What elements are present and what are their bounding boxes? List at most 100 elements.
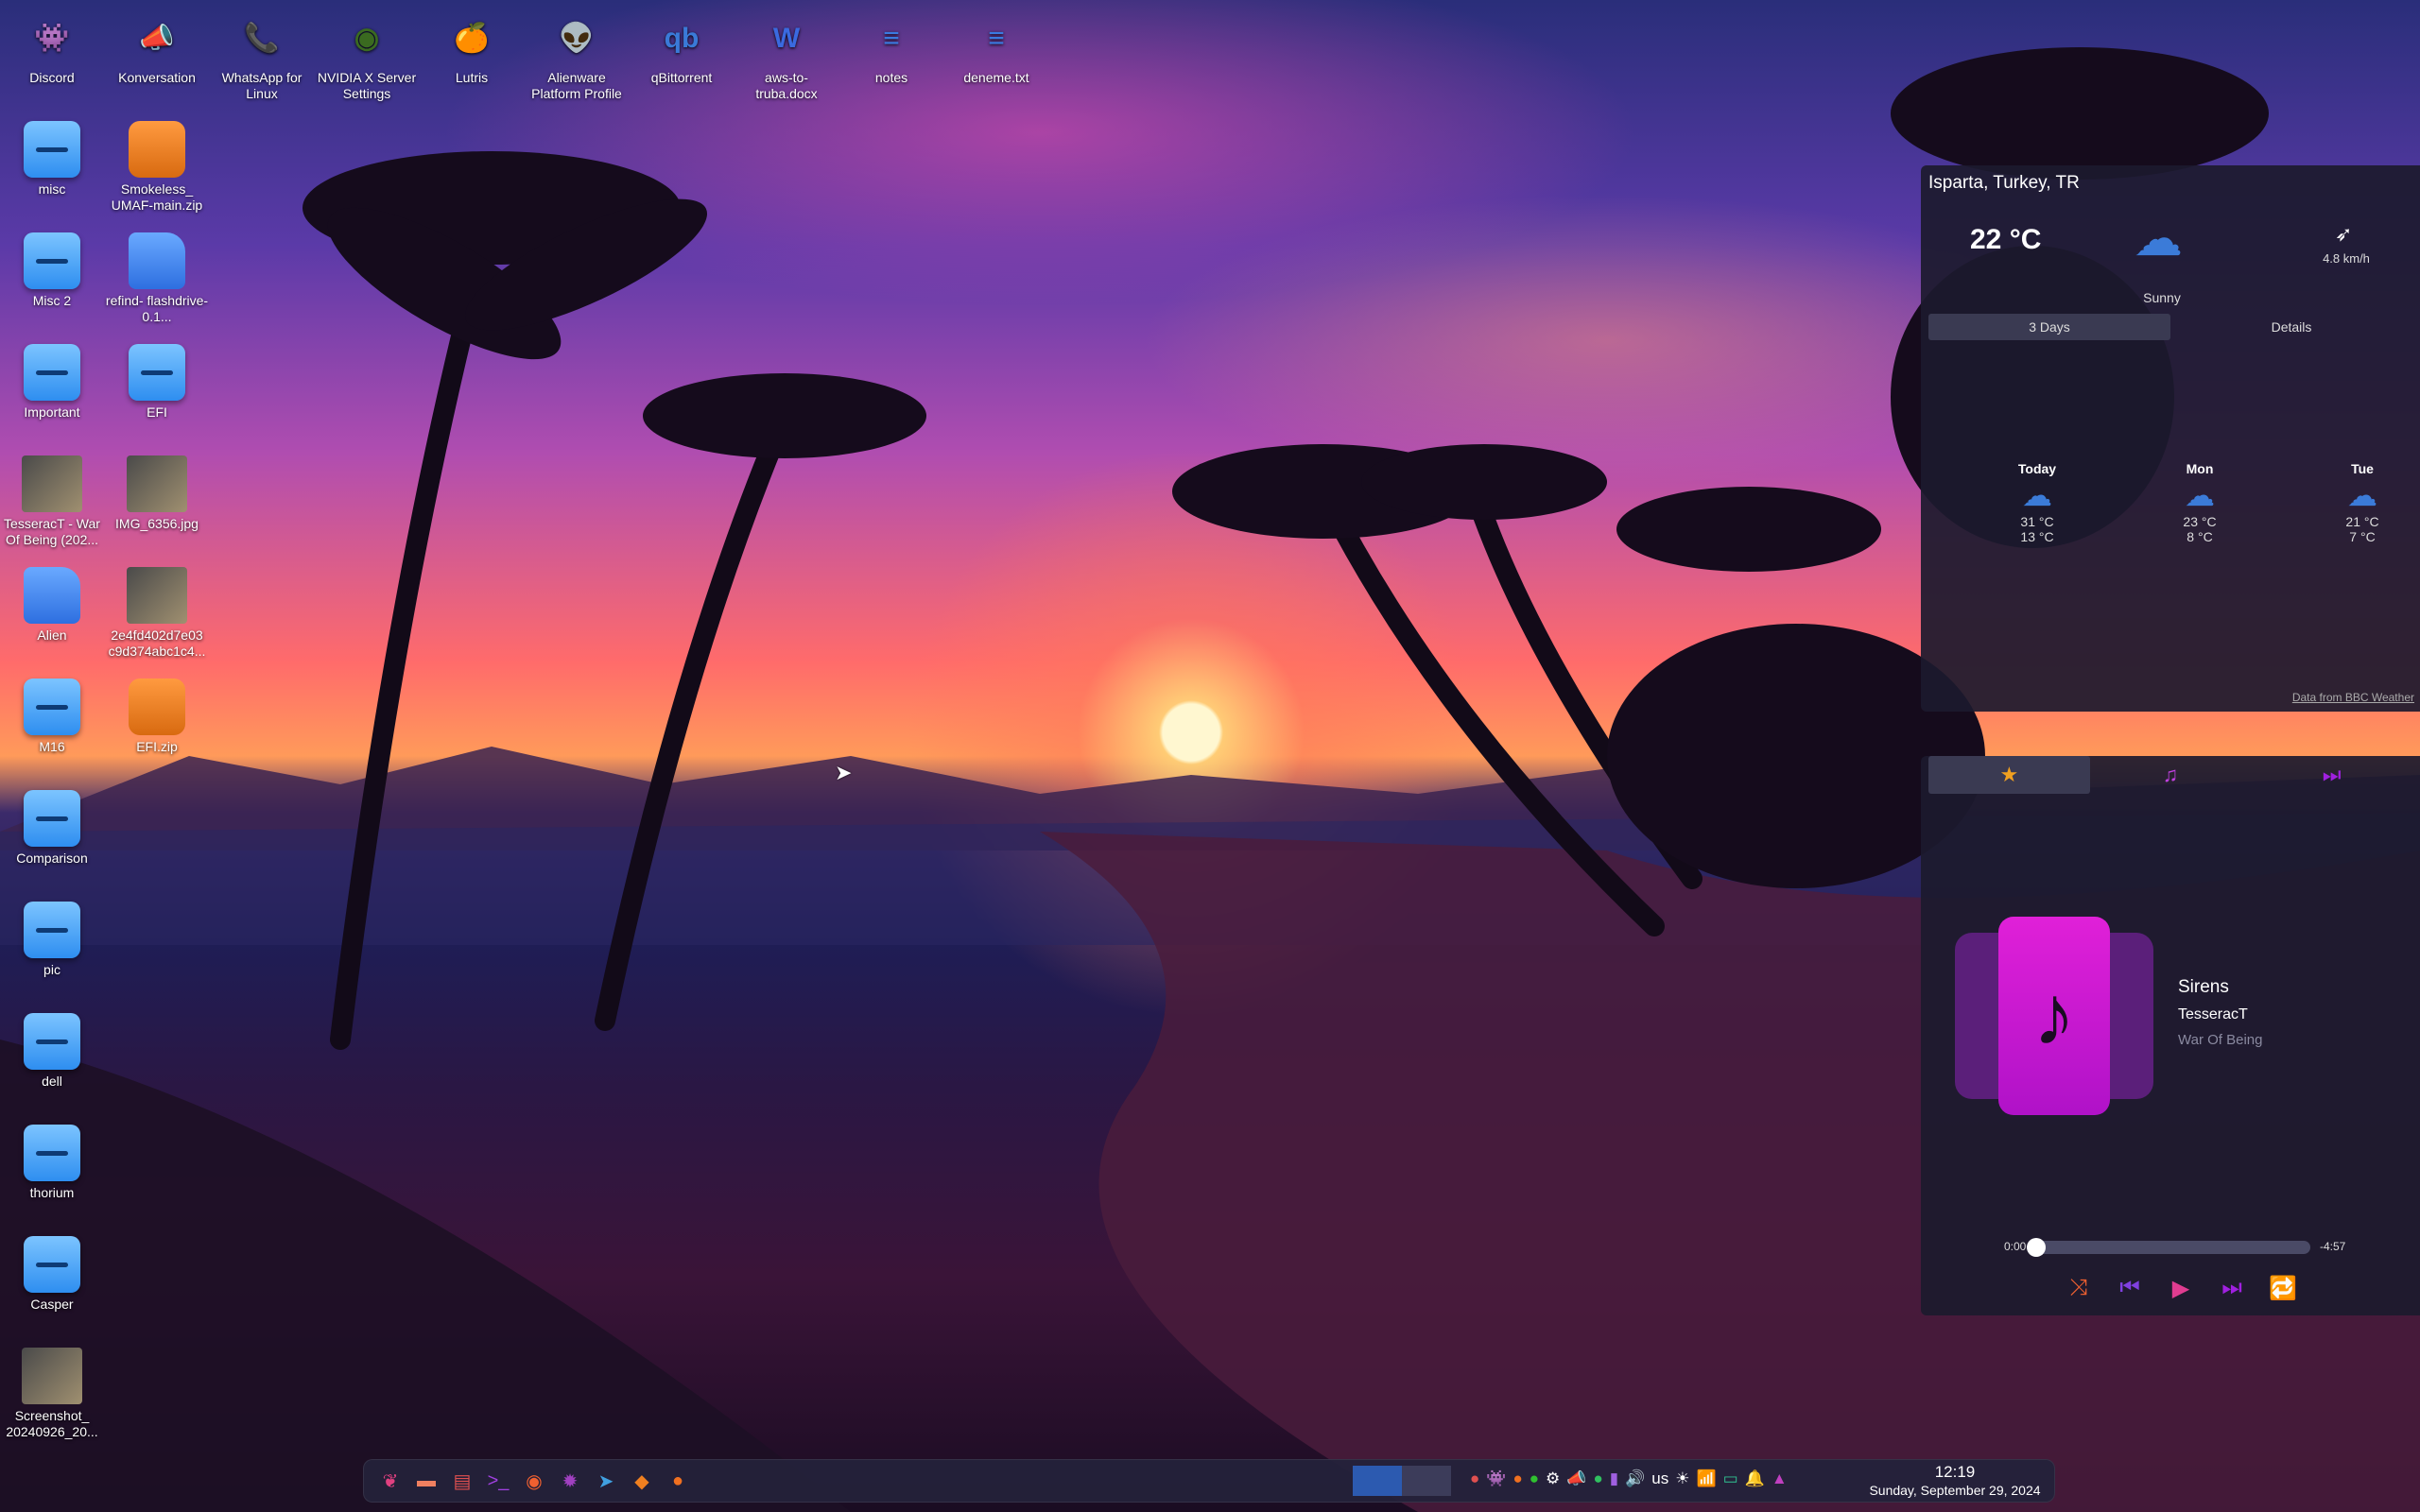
desktop-icon-label: notes bbox=[874, 70, 908, 85]
desktop-icon[interactable]: misc bbox=[0, 121, 104, 198]
file-manager-icon[interactable]: ▬ bbox=[411, 1466, 441, 1496]
forecast-high: 31 °C bbox=[2020, 514, 2054, 529]
desktop-icon[interactable]: pic bbox=[0, 902, 104, 978]
play-icon[interactable]: ▶ bbox=[2165, 1275, 2197, 1302]
desktop-icon[interactable]: M16 bbox=[0, 679, 104, 755]
firefox-icon[interactable]: ◉ bbox=[519, 1466, 549, 1496]
system-tray: ● 👾 ● ● ⚙ 📣 ● ▮ 🔊 us ☀ 📶 ▭ 🔔 ▲ bbox=[1470, 1469, 1788, 1488]
folder-icon bbox=[24, 679, 80, 735]
tab-music[interactable]: ♫ bbox=[2090, 756, 2252, 794]
desktop-icon[interactable]: 📣 Konversation bbox=[105, 9, 209, 86]
desktop-1[interactable] bbox=[1353, 1466, 1402, 1496]
desktop-icon[interactable]: Comparison bbox=[0, 790, 104, 867]
notifications-icon[interactable]: 🔔 bbox=[1745, 1469, 1765, 1488]
battery-icon[interactable]: ▭ bbox=[1723, 1469, 1738, 1488]
keyboard-layout[interactable]: us bbox=[1651, 1469, 1668, 1488]
wifi-icon[interactable]: 📶 bbox=[1696, 1469, 1716, 1488]
folder-icon bbox=[24, 1013, 80, 1070]
tiktok-note-icon: ♪ bbox=[2032, 968, 2076, 1063]
taskbar: ❦ ▬ ▤ >_ ◉ ✹ ➤ ◆ ● ● 👾 ● ● ⚙ 📣 ● ▮ 🔊 us ☀ 📶 ▭ 🔔 … bbox=[363, 1459, 2055, 1503]
desktop-icon-label: EFI.zip bbox=[136, 739, 178, 754]
clock[interactable]: 12:19 Sunday, September 29, 2024 bbox=[1865, 1463, 2045, 1499]
volume-icon[interactable]: 🔊 bbox=[1625, 1469, 1645, 1488]
konversation-tray-icon[interactable]: 📣 bbox=[1566, 1469, 1586, 1488]
tab-favorites[interactable]: ★ bbox=[1928, 756, 2090, 794]
desktop-icon-label: dell bbox=[42, 1074, 62, 1089]
desktop-icon[interactable]: 👾 Discord bbox=[0, 9, 104, 86]
settings-icon[interactable]: ✹ bbox=[555, 1466, 585, 1496]
weather-widget[interactable]: Isparta, Turkey, TR 22 °C ☁ Sunny ➶ 4.8 … bbox=[1921, 165, 2420, 712]
shuffle-icon[interactable]: ⤨ bbox=[2063, 1275, 2095, 1301]
mouse-cursor-icon: ➤ bbox=[835, 761, 853, 784]
kde-launcher-icon[interactable]: ❦ bbox=[375, 1466, 406, 1496]
desktop-icon[interactable]: 2e4fd402d7e03 c9d374abc1c4... bbox=[105, 567, 209, 660]
desktop-icon[interactable]: qb qBittorrent bbox=[630, 9, 734, 86]
desktop-icon[interactable]: ≡ deneme.txt bbox=[944, 9, 1048, 86]
discord-tray-icon[interactable]: 👾 bbox=[1486, 1469, 1506, 1488]
qbittorrent-icon: qb bbox=[664, 22, 700, 54]
skip-next-icon: ⏭ bbox=[2322, 763, 2342, 786]
image-thumbnail-icon bbox=[22, 1348, 82, 1404]
tab-3-days[interactable]: 3 Days bbox=[1928, 314, 2170, 340]
lutris-icon[interactable]: ● bbox=[663, 1466, 693, 1496]
repeat-icon[interactable]: 🔁 bbox=[2267, 1275, 2299, 1302]
tab-now-playing[interactable]: ⏭ bbox=[2251, 756, 2412, 794]
desktop-icon-label: 2e4fd402d7e03 c9d374abc1c4... bbox=[108, 627, 206, 659]
microphone-icon[interactable]: ● bbox=[1470, 1469, 1479, 1488]
desktop-icon[interactable]: Screenshot_ 20240926_20... bbox=[0, 1348, 104, 1440]
desktop-icon[interactable]: Casper bbox=[0, 1236, 104, 1313]
desktop-icon[interactable]: 📞 WhatsApp for Linux bbox=[210, 9, 314, 102]
lutris-tray-icon[interactable]: ● bbox=[1512, 1469, 1522, 1488]
previous-track-icon[interactable]: ⏮ bbox=[2114, 1275, 2146, 1301]
alienware-tray-icon[interactable]: ● bbox=[1530, 1469, 1539, 1488]
folder-icon bbox=[24, 1125, 80, 1181]
weather-credit-link[interactable]: Data from BBC Weather bbox=[2292, 691, 2414, 704]
virtual-desktop-pager bbox=[1353, 1466, 1451, 1496]
tray-expand-icon[interactable]: ▲ bbox=[1772, 1469, 1788, 1488]
forecast-low: 7 °C bbox=[2349, 529, 2376, 544]
desktop-icon-label: WhatsApp for Linux bbox=[221, 70, 302, 101]
lutris-icon: 🍊 bbox=[454, 22, 490, 54]
desktop-icon[interactable]: 👽 Alienware Platform Profile bbox=[525, 9, 629, 102]
desktop-icon[interactable]: Smokeless_ UMAF-main.zip bbox=[105, 121, 209, 214]
desktop-icon[interactable]: IMG_6356.jpg bbox=[105, 455, 209, 532]
desktop-icon[interactable]: ≡ notes bbox=[839, 9, 943, 86]
weather-location: Isparta, Turkey, TR bbox=[1928, 173, 2080, 193]
forecast-high: 21 °C bbox=[2345, 514, 2379, 529]
brave-icon[interactable]: ◆ bbox=[627, 1466, 657, 1496]
clipboard-icon[interactable]: ▮ bbox=[1610, 1469, 1618, 1488]
folder-icon bbox=[24, 1236, 80, 1293]
brightness-icon[interactable]: ☀ bbox=[1675, 1469, 1689, 1488]
seek-slider[interactable] bbox=[2027, 1238, 2310, 1257]
desktop-icon[interactable]: 🍊 Lutris bbox=[420, 9, 524, 86]
tab-details[interactable]: Details bbox=[2170, 314, 2412, 340]
forecast-day: Today ☁ 31 °C 13 °C bbox=[1980, 461, 2094, 544]
desktop-icon-label: misc bbox=[38, 181, 66, 197]
forecast-high: 23 °C bbox=[2183, 514, 2217, 529]
desktop-icon[interactable]: Misc 2 bbox=[0, 232, 104, 309]
desktop-icon[interactable]: Alien bbox=[0, 567, 104, 644]
desktop-2[interactable] bbox=[1402, 1466, 1451, 1496]
whatsapp-tray-icon[interactable]: ● bbox=[1593, 1469, 1602, 1488]
desktop-icon-label: Konversation bbox=[118, 70, 196, 85]
desktop-icon[interactable]: thorium bbox=[0, 1125, 104, 1201]
desktop-icon[interactable]: dell bbox=[0, 1013, 104, 1090]
archive-icon bbox=[129, 121, 185, 178]
desktop-icon[interactable]: EFI bbox=[105, 344, 209, 421]
seek-handle[interactable] bbox=[2027, 1238, 2046, 1257]
desktop-icon[interactable]: ◉ NVIDIA X Server Settings bbox=[315, 9, 419, 102]
archive-icon[interactable]: ▤ bbox=[447, 1466, 477, 1496]
music-note-icon: ♫ bbox=[2162, 763, 2179, 786]
desktop-icon[interactable]: Important bbox=[0, 344, 104, 421]
telegram-icon[interactable]: ➤ bbox=[591, 1466, 621, 1496]
forecast-day-name: Tue bbox=[2351, 461, 2374, 476]
desktop-icon[interactable]: TesseracT - War Of Being (202... bbox=[0, 455, 104, 548]
desktop-icon[interactable]: EFI.zip bbox=[105, 679, 209, 755]
desktop-icon[interactable]: Waws-to-truba.docx bbox=[735, 9, 838, 102]
desktop-icon-label: NVIDIA X Server Settings bbox=[317, 70, 417, 101]
steam-tray-icon[interactable]: ⚙ bbox=[1546, 1469, 1560, 1488]
nvidia-icon: ◉ bbox=[354, 22, 380, 54]
desktop-icon[interactable]: refind- flashdrive-0.1... bbox=[105, 232, 209, 325]
terminal-icon[interactable]: >_ bbox=[483, 1466, 513, 1496]
next-track-icon[interactable]: ⏭ bbox=[2216, 1275, 2248, 1301]
